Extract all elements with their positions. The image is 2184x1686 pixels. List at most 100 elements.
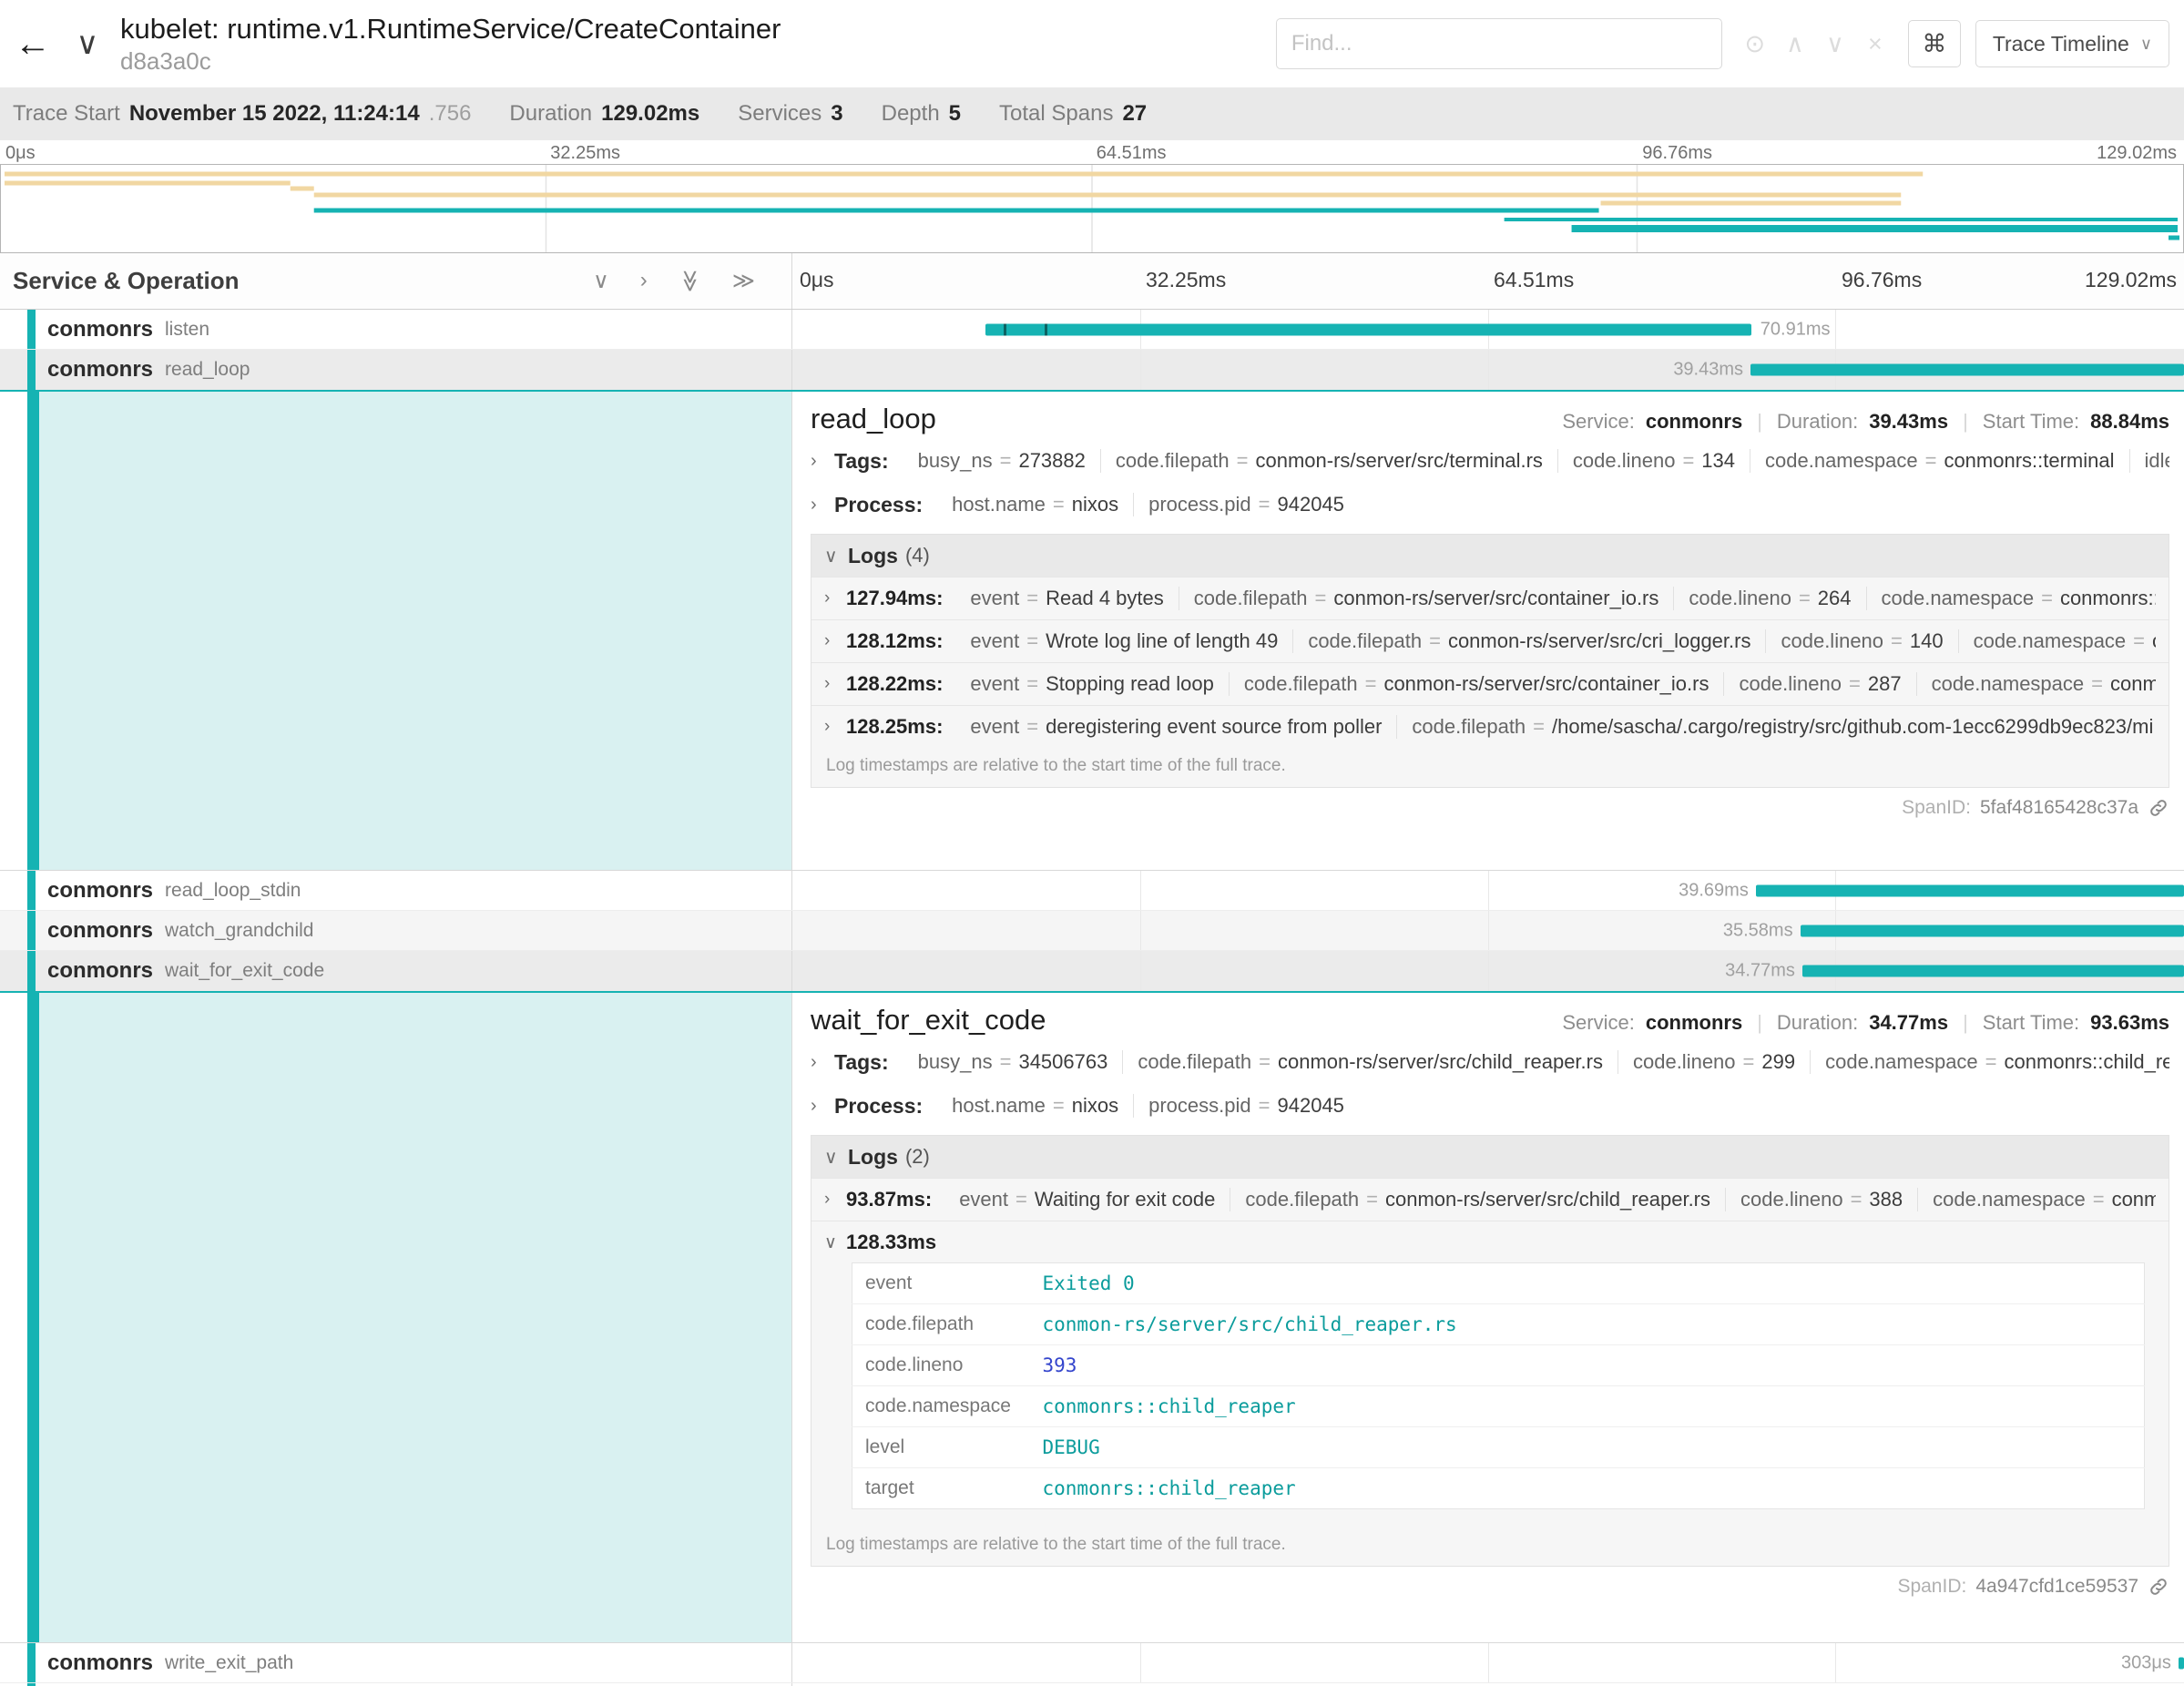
chevron-right-icon: ›	[811, 495, 834, 516]
minimap-canvas[interactable]	[0, 164, 2184, 253]
chevron-right-icon: ›	[811, 451, 834, 472]
detail-header: read_loop Service:conmonrs | Duration:39…	[811, 403, 2169, 435]
span-bar[interactable]	[2179, 1657, 2184, 1669]
span-timeline-cell[interactable]: 39.69ms	[792, 871, 2184, 910]
span-bar[interactable]	[1756, 884, 2184, 896]
span-bar[interactable]	[985, 323, 1750, 335]
service-color-stripe	[27, 310, 36, 349]
log-entry[interactable]: › 127.94ms: event=Read 4 bytes code.file…	[811, 577, 2169, 619]
collapse-header-icon[interactable]: ∨	[66, 26, 109, 62]
service-name: conmonrs	[47, 357, 153, 383]
span-row-write-exit-path[interactable]: conmonrs write_exit_path 303μs	[0, 1643, 2184, 1683]
back-button[interactable]: ←	[0, 0, 66, 87]
link-icon[interactable]	[2148, 797, 2169, 819]
span-timeline-cell[interactable]: 70.91ms	[792, 310, 2184, 349]
keyboard-shortcuts-button[interactable]: ⌘	[1908, 20, 1961, 67]
trace-total-spans: Total Spans 27	[999, 101, 1147, 127]
trace-start: Trace Start November 15 2022, 11:24:14.7…	[13, 101, 471, 127]
service-name: conmonrs	[47, 1650, 153, 1676]
span-timeline-cell[interactable]: 39.43ms	[792, 350, 2184, 390]
process-row[interactable]: › Process: host.name=nixos process.pid=9…	[811, 486, 2169, 523]
span-bar[interactable]	[1801, 925, 2184, 936]
span-bar[interactable]	[1750, 364, 2184, 376]
operation-name: read_loop	[165, 359, 250, 381]
operation-name: write_exit_path	[165, 1652, 293, 1674]
span-row-read-loop-stdin[interactable]: conmonrs read_loop_stdin 39.69ms	[0, 871, 2184, 911]
span-row-read-loop[interactable]: conmonrs read_loop 39.43ms	[0, 350, 2184, 390]
operation-name: listen	[165, 319, 209, 341]
detail-body: read_loop Service:conmonrs | Duration:39…	[792, 392, 2184, 870]
timeline-table-header: Service & Operation ∨ › ≫ ≫ 0μs 32.25ms …	[0, 253, 2184, 310]
span-name-cell[interactable]: conmonrs watch_grandchild	[0, 911, 792, 950]
expand-all-icon[interactable]: ≫	[732, 268, 755, 294]
span-row-listen[interactable]: conmonrs listen 70.91ms	[0, 310, 2184, 350]
trace-viewer: ← ∨ kubelet: runtime.v1.RuntimeService/C…	[0, 0, 2184, 1686]
log-entry[interactable]: › 128.12ms: event=Wrote log line of leng…	[811, 619, 2169, 662]
span-name-cell[interactable]: conmonrs read_loop	[0, 350, 792, 390]
log-entry[interactable]: › 93.87ms: event=Waiting for exit code c…	[811, 1178, 2169, 1221]
chevron-right-icon: ›	[824, 631, 846, 651]
find-input[interactable]	[1276, 18, 1722, 69]
log-entry-expanded[interactable]: ∨ 128.33ms event Exited 0 code.filepath …	[811, 1221, 2169, 1527]
tick-label: 32.25ms	[1146, 268, 1226, 292]
service-color-stripe	[27, 392, 39, 870]
span-id-row: SpanID: 4a947cfd1ce59537	[811, 1576, 2169, 1598]
span-duration-label: 70.91ms	[1760, 319, 1831, 340]
trace-timeline-dropdown[interactable]: Trace Timeline ∨	[1975, 20, 2169, 67]
chevron-right-icon: ›	[824, 717, 846, 737]
chevron-right-icon: ›	[824, 674, 846, 694]
service-operation-header: Service & Operation ∨ › ≫ ≫	[0, 253, 792, 309]
child-span-tick	[1004, 323, 1006, 335]
next-match-icon[interactable]: ∨	[1815, 30, 1855, 58]
trace-duration: Duration 129.02ms	[509, 101, 699, 127]
detail-indent-fill	[39, 392, 791, 870]
truncated-tag: idle_n…	[2145, 449, 2169, 473]
log-entry[interactable]: › 128.25ms: event=deregistering event so…	[811, 705, 2169, 748]
span-name-cell[interactable]: conmonrs wait_for_exit_code	[0, 951, 792, 991]
span-timeline-cell[interactable]: 35.58ms	[792, 911, 2184, 950]
clear-search-icon[interactable]: ×	[1855, 30, 1895, 58]
trace-services: Services 3	[738, 101, 842, 127]
span-duration-label: 34.77ms	[1725, 961, 1795, 982]
tick-label: 0μs	[5, 143, 36, 164]
span-timeline-cell[interactable]: 303μs	[792, 1643, 2184, 1682]
prev-match-icon[interactable]: ∧	[1775, 30, 1815, 58]
chevron-right-icon: ›	[824, 1190, 846, 1210]
service-operation-title: Service & Operation	[13, 267, 240, 295]
link-icon[interactable]	[2148, 1576, 2169, 1598]
tick-label: 32.25ms	[550, 143, 620, 164]
operation-name: read_loop_stdin	[165, 880, 301, 902]
span-duration-label: 39.43ms	[1673, 360, 1743, 381]
tags-row[interactable]: › Tags: busy_ns=273882 code.filepath=con…	[811, 443, 2169, 479]
logs-header[interactable]: ∨ Logs (2)	[811, 1136, 2169, 1178]
span-name-cell[interactable]: conmonrs write_exit_path	[0, 1643, 792, 1682]
detail-meta: Service:conmonrs | Duration:34.77ms | St…	[1562, 1011, 2169, 1035]
span-timeline-cell[interactable]: 34.77ms	[792, 951, 2184, 991]
span-id-row: SpanID: 5faf48165428c37a	[811, 797, 2169, 819]
trace-depth: Depth 5	[882, 101, 961, 127]
trace-title: kubelet: runtime.v1.RuntimeService/Creat…	[120, 12, 781, 46]
locate-match-icon[interactable]: ⊙	[1735, 30, 1775, 58]
tags-row[interactable]: › Tags: busy_ns=34506763 code.filepath=c…	[811, 1044, 2169, 1080]
collapse-one-icon[interactable]: ∨	[593, 268, 609, 294]
trace-summary-bar: Trace Start November 15 2022, 11:24:14.7…	[0, 87, 2184, 140]
table-row: code.filepath conmon-rs/server/src/child…	[852, 1304, 2145, 1345]
span-name-cell[interactable]: conmonrs listen	[0, 310, 792, 349]
span-row-wait-for-exit-code[interactable]: conmonrs wait_for_exit_code 34.77ms	[0, 951, 2184, 991]
process-row[interactable]: › Process: host.name=nixos process.pid=9…	[811, 1088, 2169, 1124]
expand-one-icon[interactable]: ›	[640, 268, 648, 294]
tick-label: 0μs	[800, 268, 834, 292]
trace-timeline-label: Trace Timeline	[1993, 32, 2129, 56]
expand-collapse-controls: ∨ › ≫ ≫	[593, 268, 755, 294]
span-name-cell[interactable]: conmonrs read_loop_stdin	[0, 871, 792, 910]
log-fields-table: event Exited 0 code.filepath conmon-rs/s…	[852, 1262, 2145, 1509]
service-name: conmonrs	[47, 317, 153, 342]
find-controls: ⊙ ∧ ∨ ×	[1735, 30, 1895, 58]
log-entry[interactable]: › 128.22ms: event=Stopping read loop cod…	[811, 662, 2169, 705]
span-duration-label: 39.69ms	[1679, 880, 1749, 901]
span-bar[interactable]	[1802, 966, 2184, 977]
logs-header[interactable]: ∨ Logs (4)	[811, 535, 2169, 577]
span-row-watch-grandchild[interactable]: conmonrs watch_grandchild 35.58ms	[0, 911, 2184, 951]
chevron-right-icon: ›	[811, 1096, 834, 1117]
collapse-all-icon[interactable]: ≫	[677, 270, 703, 292]
